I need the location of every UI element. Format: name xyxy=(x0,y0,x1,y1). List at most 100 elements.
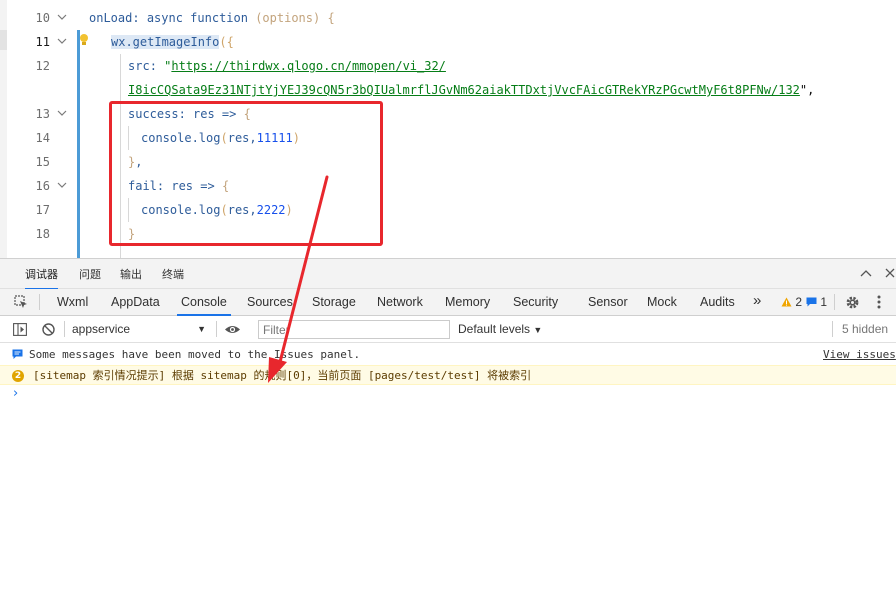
code-text[interactable]: fail: res => { xyxy=(128,174,229,198)
code-token: fail xyxy=(128,179,157,193)
code-token: ({ xyxy=(219,35,234,49)
close-icon[interactable] xyxy=(885,268,895,278)
tab-sensor[interactable]: Sensor xyxy=(588,295,628,309)
code-text[interactable]: success: res => { xyxy=(128,102,251,126)
code-text[interactable]: }, xyxy=(128,150,142,174)
line-number: 13 xyxy=(35,107,50,121)
code-line[interactable]: 18} xyxy=(0,222,896,246)
line-number: 15 xyxy=(35,155,50,169)
devtools-toolbar: Wxml AppData Console Sources Storage Net… xyxy=(0,289,896,316)
line-number: 16 xyxy=(35,179,50,193)
console-toolbar: appservice ▼ Default levels ▼ 5 hidden xyxy=(0,316,896,343)
repeat-count-badge: 2 xyxy=(12,370,24,382)
code-token: : res => xyxy=(178,107,244,121)
fold-chevron-icon[interactable] xyxy=(57,12,67,22)
chevron-up-icon[interactable] xyxy=(860,269,872,277)
code-token: src xyxy=(128,59,150,73)
clear-console-icon[interactable] xyxy=(42,323,55,336)
console-message-text: Some messages have been moved to the Iss… xyxy=(29,348,361,361)
tab-output[interactable]: 输出 xyxy=(120,266,142,282)
code-line[interactable]: 10 onLoad: async function (options) { xyxy=(0,6,896,30)
message-icon xyxy=(806,297,817,307)
code-line[interactable]: 12 src: "https://thirdwx.qlogo.cn/mmopen/… xyxy=(0,54,896,78)
tab-terminal[interactable]: 终端 xyxy=(162,266,184,282)
line-number: 17 xyxy=(35,203,50,217)
tab-audits[interactable]: Audits xyxy=(700,295,735,309)
code-text[interactable]: I8icCQSata9Ez31NTjtYjYEJ39cQN5r3bQIUalmr… xyxy=(128,78,814,102)
info-count-badge[interactable]: 1 xyxy=(806,295,827,309)
tab-mock[interactable]: Mock xyxy=(647,295,677,309)
message-icon xyxy=(12,349,23,359)
toolbar-separator xyxy=(216,321,217,337)
eye-icon[interactable] xyxy=(224,324,241,335)
code-token: wx.getImageInfo xyxy=(111,35,220,49)
code-token: { xyxy=(320,11,335,25)
fold-chevron-icon[interactable] xyxy=(57,108,67,118)
context-select-value: appservice xyxy=(72,322,131,336)
view-issues-link[interactable]: View issues xyxy=(823,345,896,365)
code-token: res, xyxy=(227,131,257,145)
line-number: 10 xyxy=(35,11,50,25)
code-text[interactable]: src: "https://thirdwx.qlogo.cn/mmopen/vi… xyxy=(128,54,446,78)
log-levels-dropdown[interactable]: Default levels ▼ xyxy=(458,322,542,336)
lightbulb-icon[interactable] xyxy=(79,33,89,47)
more-options-icon[interactable] xyxy=(877,295,881,309)
tab-appdata[interactable]: AppData xyxy=(111,295,160,309)
tab-wxml[interactable]: Wxml xyxy=(57,295,88,309)
tab-security[interactable]: Security xyxy=(513,295,558,309)
tab-debugger[interactable]: 调试器 xyxy=(25,266,58,290)
warning-icon xyxy=(781,297,792,307)
code-token: 2222 xyxy=(256,203,286,217)
tab-network[interactable]: Network xyxy=(377,295,423,309)
fold-chevron-icon[interactable] xyxy=(57,36,67,46)
chevron-down-icon: ▼ xyxy=(533,325,543,335)
code-token: ) xyxy=(285,203,293,217)
code-line[interactable]: 16 fail: res => { xyxy=(0,174,896,198)
inspect-element-icon[interactable] xyxy=(14,295,28,309)
console-prompt[interactable]: › xyxy=(13,386,18,401)
console-message-text: [sitemap 索引情况提示] 根据 sitemap 的规则[0]，当前页面 … xyxy=(33,369,532,382)
code-text[interactable]: } xyxy=(128,222,135,246)
tab-problems[interactable]: 问题 xyxy=(79,266,101,282)
code-line[interactable]: 11 wx.getImageInfo({ xyxy=(0,30,896,54)
devtools-panel: 调试器 问题 输出 终端 Wxml AppData Console Source… xyxy=(0,258,896,612)
warning-count-badge[interactable]: 2 xyxy=(781,295,802,309)
code-token: : xyxy=(149,59,165,73)
tab-sources[interactable]: Sources xyxy=(247,295,293,309)
console-message-info: Some messages have been moved to the Iss… xyxy=(0,345,896,365)
fold-chevron-icon[interactable] xyxy=(57,180,67,190)
code-line[interactable]: 14 console.log(res,11111) xyxy=(0,126,896,150)
warning-count: 2 xyxy=(795,295,803,309)
context-select[interactable]: appservice ▼ xyxy=(72,321,210,338)
tab-storage[interactable]: Storage xyxy=(312,295,356,309)
code-text[interactable]: onLoad: async function (options) { xyxy=(89,6,335,30)
code-token: ( xyxy=(220,131,228,145)
code-token: ( xyxy=(220,203,228,217)
code-token: https://thirdwx.qlogo.cn/mmopen/vi_32/ xyxy=(171,59,446,73)
tab-console[interactable]: Console xyxy=(177,295,231,316)
code-line[interactable]: I8icCQSata9Ez31NTjtYjYEJ39cQN5r3bQIUalmr… xyxy=(0,78,896,102)
code-token: function xyxy=(190,11,248,25)
toolbar-separator xyxy=(832,321,833,337)
code-editor[interactable]: 10 onLoad: async function (options) {11 wx… xyxy=(0,0,896,258)
code-line[interactable]: 15}, xyxy=(0,150,896,174)
code-token: async xyxy=(146,11,183,25)
filter-input[interactable] xyxy=(258,320,450,339)
code-text[interactable]: console.log(res,2222) xyxy=(141,198,293,222)
code-token: } xyxy=(128,227,136,241)
tab-memory[interactable]: Memory xyxy=(445,295,490,309)
chevron-down-icon: ▼ xyxy=(197,324,206,334)
code-text[interactable]: wx.getImageInfo({ xyxy=(111,30,234,54)
code-text[interactable]: console.log(res,11111) xyxy=(141,126,300,150)
code-token: success xyxy=(128,107,179,121)
code-token: 11111 xyxy=(256,131,293,145)
code-token: : res => xyxy=(156,179,222,193)
code-line[interactable]: 17 console.log(res,2222) xyxy=(0,198,896,222)
sidebar-toggle-icon[interactable] xyxy=(13,323,27,336)
more-tabs-button[interactable]: » xyxy=(753,292,761,309)
code-line[interactable]: 13 success: res => { xyxy=(0,102,896,126)
bottom-panel-tabs: 调试器 问题 输出 终端 xyxy=(0,259,896,290)
gear-icon[interactable] xyxy=(845,295,860,310)
log-levels-label: Default levels xyxy=(458,322,531,336)
code-token: console.log xyxy=(141,203,221,217)
